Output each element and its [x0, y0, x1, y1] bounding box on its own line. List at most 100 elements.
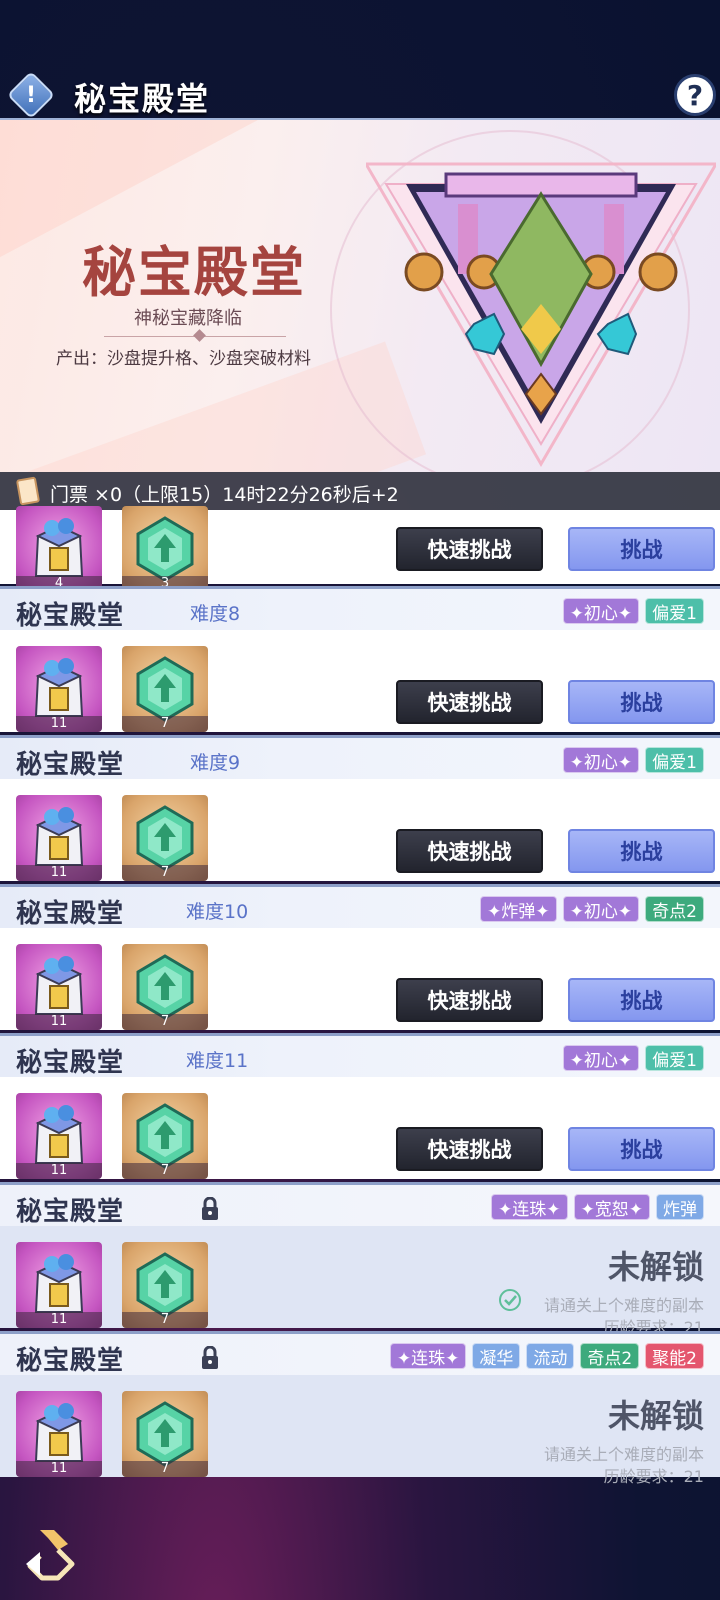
- upgrade-gem-reward[interactable]: 7: [122, 1093, 208, 1179]
- reward-count: 7: [122, 1312, 208, 1328]
- treasure-box-reward[interactable]: 11: [16, 795, 102, 881]
- top-bar: ! 秘宝殿堂 ?: [0, 70, 720, 120]
- level-card: 秘宝殿堂 难度10 ✦炸弹✦ ✦初心✦ 奇点2 11 7 快速挑战 挑战: [0, 884, 720, 1030]
- level-title: 秘宝殿堂: [16, 750, 125, 780]
- modifier-tag[interactable]: ✦炸弹✦: [480, 896, 557, 922]
- level-card-header: 秘宝殿堂 难度9 ✦初心✦ 偏爱1: [0, 735, 720, 780]
- banner-subtitle: 神秘宝藏降临: [134, 308, 242, 329]
- modifier-tags: ✦连珠✦ ✦宽恕✦ 炸弹: [491, 1194, 704, 1220]
- level-card-header: 秘宝殿堂 难度8 ✦初心✦ 偏爱1: [0, 586, 720, 631]
- level-card: 秘宝殿堂 难度8 ✦初心✦ 偏爱1 11 7 快速挑战 挑战: [0, 586, 720, 732]
- modifier-tag[interactable]: 奇点2: [580, 1343, 640, 1369]
- difficulty-label: 难度9: [190, 752, 241, 774]
- level-card: 秘宝殿堂 难度9 ✦初心✦ 偏爱1 11 7 快速挑战 挑战: [0, 735, 720, 881]
- upgrade-gem-reward[interactable]: 3: [122, 506, 208, 592]
- exclamation-diamond-icon[interactable]: !: [6, 70, 56, 120]
- modifier-tag[interactable]: ✦连珠✦: [389, 1343, 467, 1369]
- reward-count: 11: [16, 1461, 102, 1477]
- level-requirement: 历龄要求：21: [603, 1467, 704, 1486]
- challenge-button[interactable]: 挑战: [568, 527, 715, 571]
- reward-count: 11: [16, 716, 102, 732]
- modifier-tag[interactable]: ✦连珠✦: [491, 1194, 568, 1220]
- level-card-header: 秘宝殿堂 ✦连珠✦ ✦宽恕✦ 炸弹: [0, 1182, 720, 1227]
- modifier-tag[interactable]: ✦初心✦: [562, 747, 640, 773]
- level-card-header: 秘宝殿堂 难度10 ✦炸弹✦ ✦初心✦ 奇点2: [0, 884, 720, 929]
- locked-status: 未解锁: [607, 1397, 704, 1435]
- return-arrow-icon[interactable]: [18, 1524, 78, 1584]
- modifier-tags: ✦初心✦ 偏爱1: [562, 747, 704, 773]
- ticket-icon: [15, 476, 41, 506]
- level-card: 秘宝殿堂 ✦连珠✦ 凝华 流动 奇点2 聚能2 11 7 未解锁请通关上个难度的副本历龄要求：2…: [0, 1331, 720, 1486]
- level-card-header: 秘宝殿堂 ✦连珠✦ 凝华 流动 奇点2 聚能2: [0, 1331, 720, 1376]
- difficulty-label: 难度11: [186, 1050, 249, 1072]
- upgrade-gem-reward[interactable]: 7: [122, 646, 208, 732]
- checkmark-icon: [499, 1289, 521, 1311]
- banner-description: 产出：沙盘提升格、沙盘突破材料: [56, 349, 311, 369]
- level-title: 秘宝殿堂: [16, 1048, 125, 1078]
- treasure-box-reward[interactable]: 11: [16, 1391, 102, 1477]
- level-title: 秘宝殿堂: [16, 899, 125, 929]
- reward-count: 11: [16, 1163, 102, 1179]
- modifier-tag[interactable]: 偏爱1: [645, 747, 704, 773]
- modifier-tag[interactable]: 偏爱1: [645, 1045, 704, 1071]
- modifier-tag[interactable]: 炸弹: [656, 1194, 704, 1220]
- reward-count: 11: [16, 1014, 102, 1030]
- treasure-hall-emblem-icon: [366, 162, 716, 467]
- level-card: 4 3 快速挑战 挑战: [0, 506, 720, 592]
- level-card: 秘宝殿堂 难度11 ✦初心✦ 偏爱1 11 7 快速挑战 挑战: [0, 1033, 720, 1179]
- question-icon[interactable]: ?: [674, 74, 716, 116]
- modifier-tag[interactable]: ✦宽恕✦: [573, 1194, 650, 1220]
- lock-icon: [202, 1197, 218, 1220]
- modifier-tag[interactable]: ✦初心✦: [562, 896, 640, 922]
- upgrade-gem-reward[interactable]: 7: [122, 1391, 208, 1477]
- modifier-tags: ✦初心✦ 偏爱1: [562, 1045, 704, 1071]
- banner-divider-dot: [193, 329, 206, 342]
- treasure-box-reward[interactable]: 4: [16, 506, 102, 592]
- modifier-tag[interactable]: 凝华: [472, 1343, 521, 1369]
- difficulty-label: 难度10: [186, 901, 249, 923]
- level-title: 秘宝殿堂: [16, 601, 125, 631]
- reward-count: 7: [122, 716, 208, 732]
- challenge-button[interactable]: 挑战: [568, 978, 715, 1022]
- ticket-status-bar: 门票 ×0（上限15）14时22分26秒后+2: [0, 472, 720, 510]
- modifier-tags: ✦炸弹✦ ✦初心✦ 奇点2: [480, 896, 704, 922]
- modifier-tag[interactable]: 流动: [526, 1343, 575, 1369]
- challenge-button[interactable]: 挑战: [568, 829, 715, 873]
- unlock-requirement: 请通关上个难度的副本: [543, 1296, 704, 1315]
- modifier-tag[interactable]: 偏爱1: [645, 598, 704, 624]
- page-title: 秘宝殿堂: [74, 80, 211, 118]
- unlock-requirement: 请通关上个难度的副本: [543, 1445, 704, 1464]
- treasure-box-reward[interactable]: 11: [16, 944, 102, 1030]
- quick-challenge-button[interactable]: 快速挑战: [396, 527, 543, 571]
- upgrade-gem-reward[interactable]: 7: [122, 944, 208, 1030]
- challenge-button[interactable]: 挑战: [568, 680, 715, 724]
- level-card: 秘宝殿堂 ✦连珠✦ ✦宽恕✦ 炸弹 11 7 未解锁 请通关上个难度的副本 历龄要求：21: [0, 1182, 720, 1337]
- modifier-tag[interactable]: ✦初心✦: [562, 598, 640, 624]
- reward-count: 7: [122, 1014, 208, 1030]
- treasure-box-reward[interactable]: 11: [16, 646, 102, 732]
- upgrade-gem-reward[interactable]: 7: [122, 1242, 208, 1328]
- difficulty-label: 难度8: [190, 603, 241, 625]
- quick-challenge-button[interactable]: 快速挑战: [396, 680, 543, 724]
- event-banner: 秘宝殿堂 神秘宝藏降临 产出：沙盘提升格、沙盘突破材料: [0, 118, 720, 472]
- lock-icon: [202, 1346, 218, 1369]
- treasure-box-reward[interactable]: 11: [16, 1093, 102, 1179]
- challenge-button[interactable]: 挑战: [568, 1127, 715, 1171]
- level-title: 秘宝殿堂: [16, 1346, 125, 1376]
- modifier-tag[interactable]: ✦初心✦: [562, 1045, 640, 1071]
- reward-count: 11: [16, 865, 102, 881]
- quick-challenge-button[interactable]: 快速挑战: [396, 1127, 543, 1171]
- modifier-tags: ✦连珠✦ 凝华 流动 奇点2 聚能2: [389, 1343, 704, 1369]
- modifier-tag[interactable]: 奇点2: [645, 896, 704, 922]
- banner-title: 秘宝殿堂: [82, 240, 306, 304]
- ticket-text: 门票 ×0（上限15）14时22分26秒后+2: [50, 484, 399, 506]
- reward-count: 7: [122, 1163, 208, 1179]
- upgrade-gem-reward[interactable]: 7: [122, 795, 208, 881]
- treasure-box-reward[interactable]: 11: [16, 1242, 102, 1328]
- level-card-header: 秘宝殿堂 难度11 ✦初心✦ 偏爱1: [0, 1033, 720, 1078]
- quick-challenge-button[interactable]: 快速挑战: [396, 978, 543, 1022]
- reward-count: 11: [16, 1312, 102, 1328]
- quick-challenge-button[interactable]: 快速挑战: [396, 829, 543, 873]
- reward-count: 7: [122, 1461, 208, 1477]
- modifier-tag[interactable]: 聚能2: [645, 1343, 704, 1369]
